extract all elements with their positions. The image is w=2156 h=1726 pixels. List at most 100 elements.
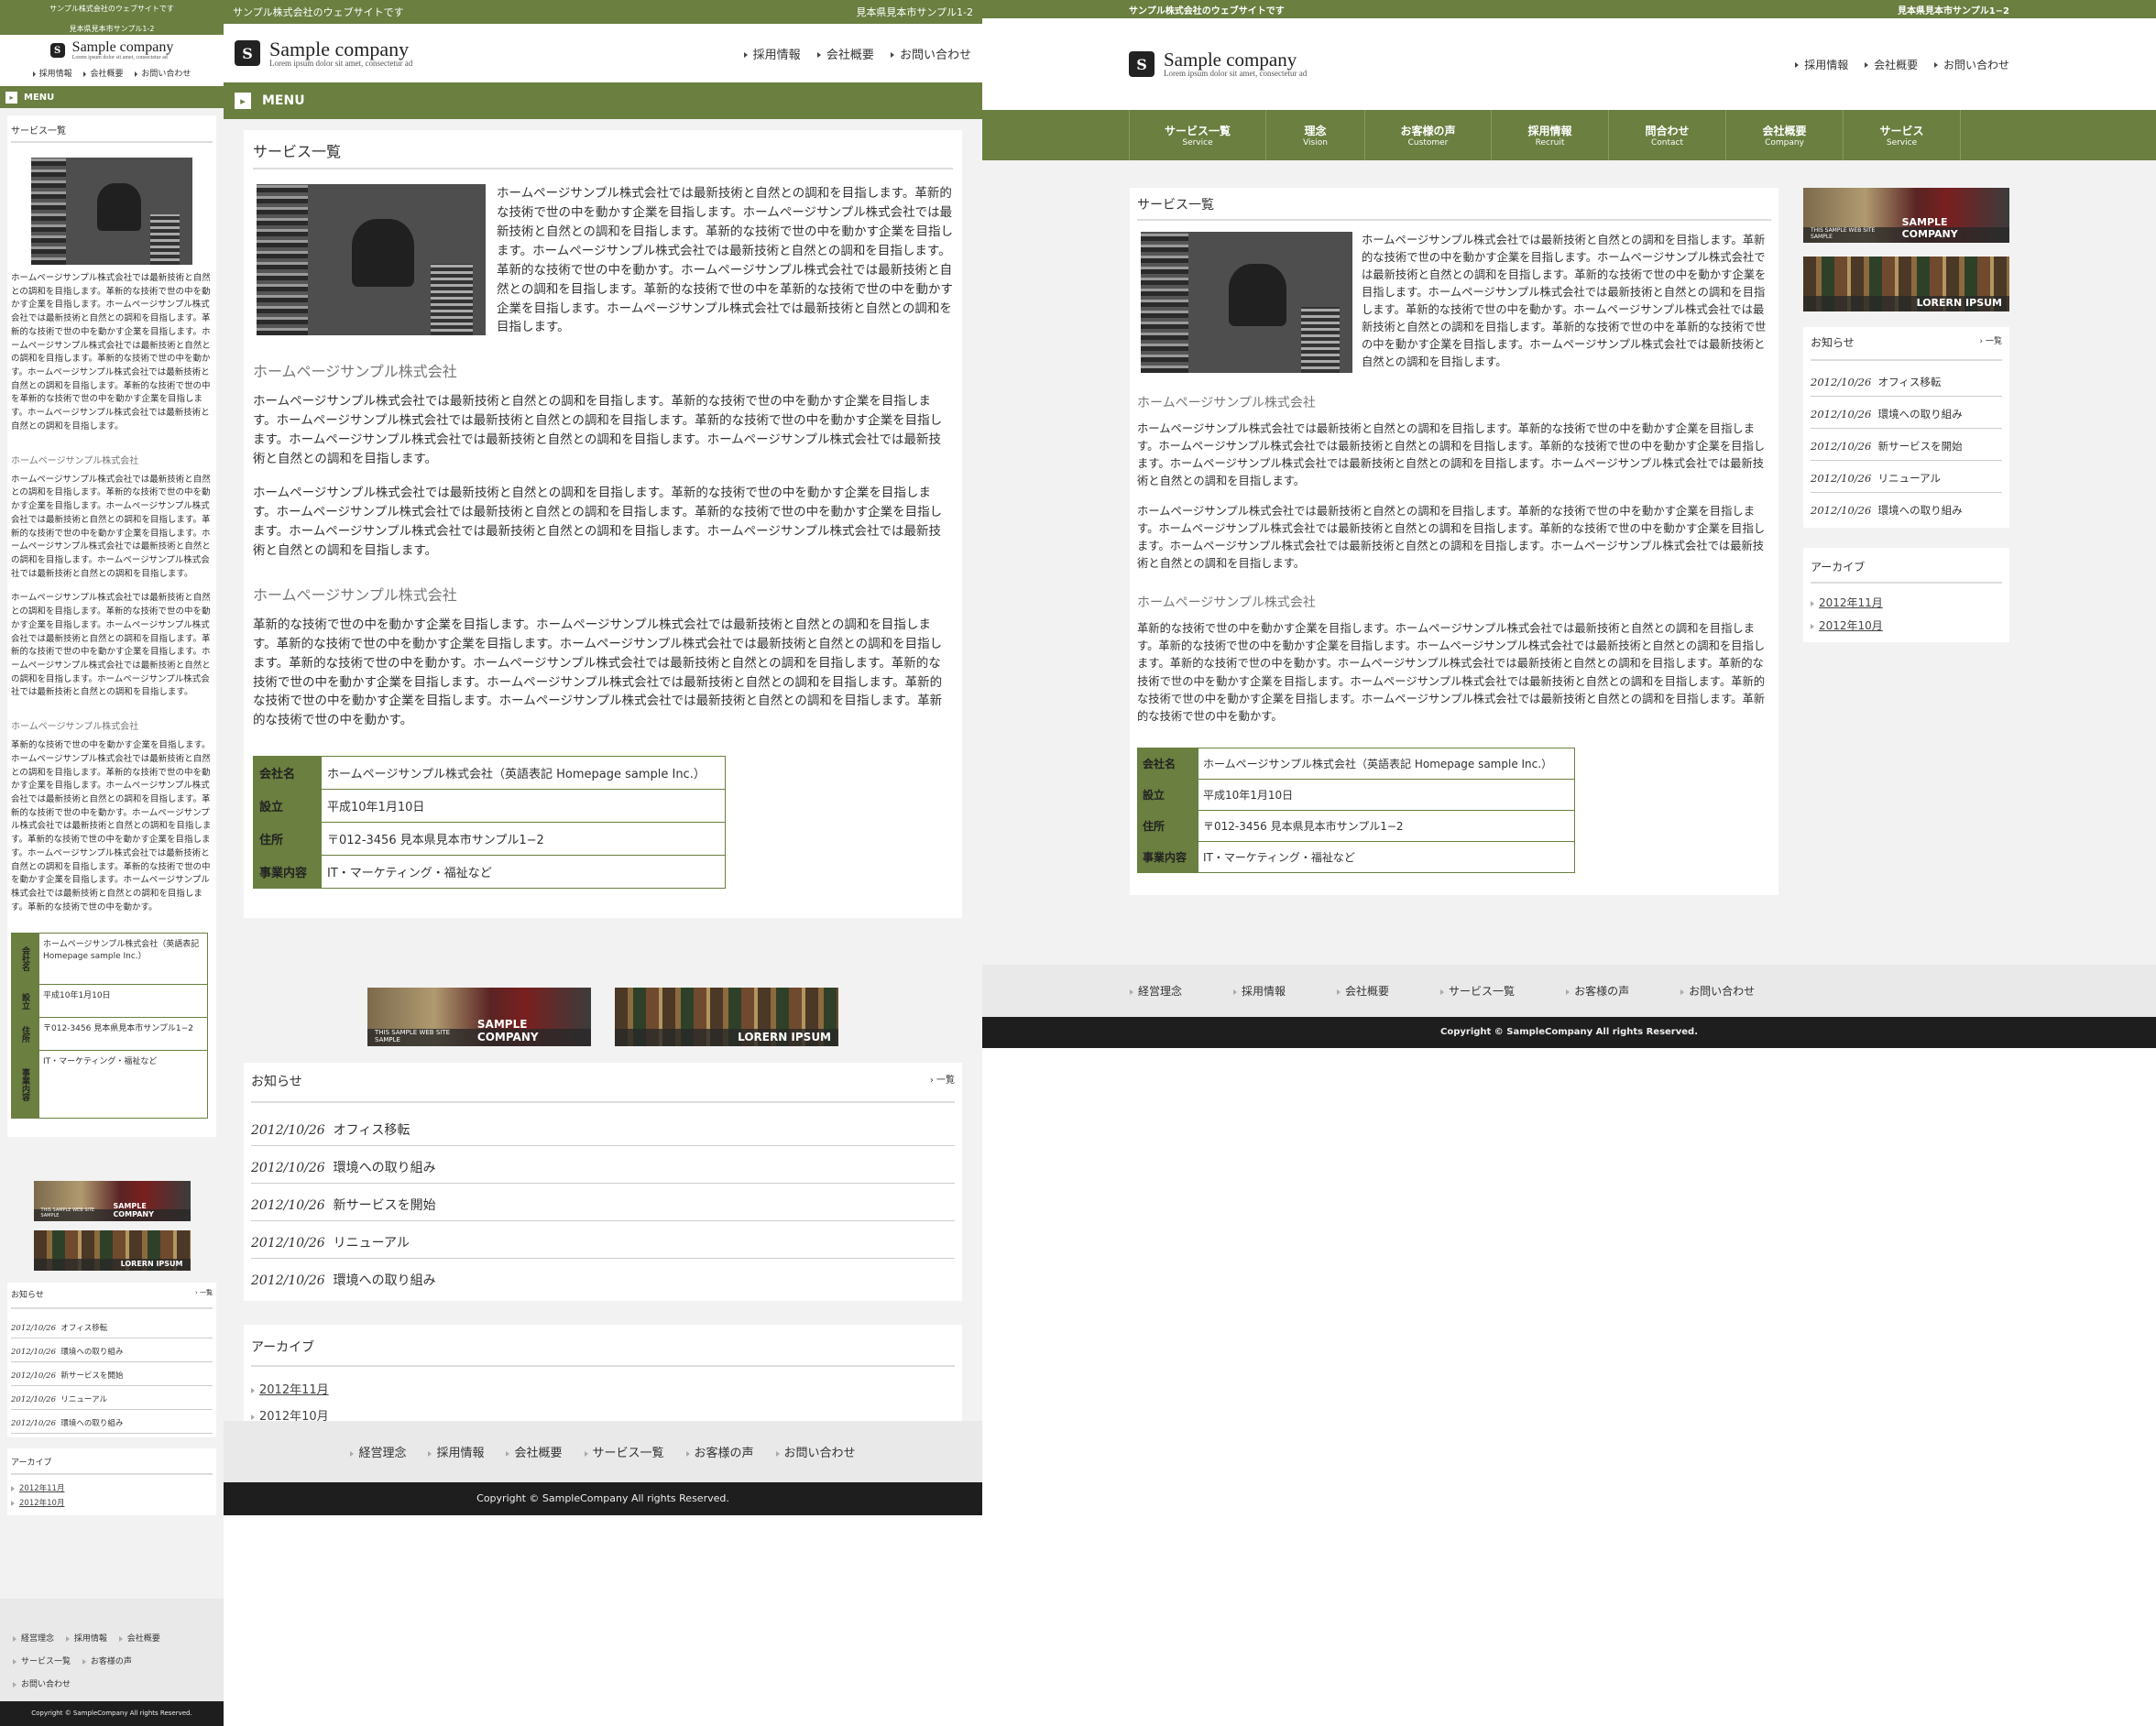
news-more-link[interactable]: › 一覧 <box>930 1072 955 1090</box>
header-nav-item[interactable]: お問い合わせ <box>890 49 971 62</box>
menu-toggle[interactable]: ▸ MENU <box>224 82 982 119</box>
archive-title: アーカイブ <box>1811 559 2002 584</box>
arrow-icon <box>1811 600 1814 606</box>
arrow-icon <box>816 52 821 58</box>
table-row: 住所 〒012-3456 見本県見本市サンプル1−2 <box>1137 809 1575 842</box>
footer-nav-item[interactable]: 採用情報 <box>65 1634 107 1644</box>
banner-lorem-ipsum[interactable]: LORERN IPSUM <box>1803 257 2009 311</box>
global-nav-item[interactable]: 問合わせ Contact <box>1609 110 1726 160</box>
news-item[interactable]: 2012/10/26 環境への取り組み <box>11 1338 213 1363</box>
footer-nav-item[interactable]: お問い合わせ <box>1680 983 1755 999</box>
header-nav-item[interactable]: 会社概要 <box>816 49 874 62</box>
arrow-icon <box>1811 623 1814 629</box>
footer-nav-item[interactable]: お客様の声 <box>685 1443 754 1460</box>
footer-nav-item[interactable]: 経営理念 <box>13 1634 54 1644</box>
menu-toggle[interactable]: ▸ MENU <box>0 86 224 108</box>
news-item[interactable]: 2012/10/26 リニューアル <box>11 1386 213 1411</box>
header-nav-item[interactable]: 採用情報 <box>32 70 72 79</box>
news-item[interactable]: 2012/10/26 オフィス移転 <box>251 1109 955 1147</box>
footer-nav-item[interactable]: お客様の声 <box>1566 983 1629 999</box>
news-item[interactable]: 2012/10/26 オフィス移転 <box>1811 365 2002 397</box>
footer-nav-item[interactable]: 採用情報 <box>1233 983 1286 999</box>
banner-sample-company[interactable]: THIS SAMPLE WEB SITE SAMPLE SAMPLE COMPAN… <box>367 988 591 1047</box>
arrow-icon <box>743 52 748 58</box>
mobile-view: サンプル株式会社のウェブサイトです 見本県見本市サンプル1-2 S Sample… <box>0 0 224 1726</box>
footer-nav-item[interactable]: 採用情報 <box>428 1443 484 1460</box>
news-item[interactable]: 2012/10/26 リニューアル <box>251 1221 955 1260</box>
section-text: 革新的な技術で世の中を動かす企業を目指します。ホームページサンプル株式会社では最… <box>11 740 212 912</box>
site-logo[interactable]: S Sample company Lorem ipsum dolor sit a… <box>1129 50 1307 78</box>
header-nav-item[interactable]: 会社概要 <box>83 70 124 79</box>
news-more-link[interactable]: › 一覧 <box>195 1288 213 1300</box>
global-nav: サービス一覧 Service 理念 Vision お客様の声 Customer 採用情… <box>982 110 2156 160</box>
main-content: サービス一覧 ホームページサンプル株式会社では最新技術と自然との調和を目指します… <box>7 115 216 1138</box>
page-title: サービス一覧 <box>253 130 953 169</box>
header-nav-item[interactable]: お問い合わせ <box>135 70 191 79</box>
news-item[interactable]: 2012/10/26 環境への取り組み <box>1811 493 2002 524</box>
news-item[interactable]: 2012/10/26 オフィス移転 <box>11 1315 213 1339</box>
copyright: Copyright © SampleCompany All rights Res… <box>224 1482 982 1515</box>
header-nav-item[interactable]: お問い合わせ <box>1933 59 2009 71</box>
news-item[interactable]: 2012/10/26 環境への取り組み <box>1811 397 2002 429</box>
footer-nav-item[interactable]: お問い合わせ <box>13 1680 71 1689</box>
arrow-icon <box>1933 62 1938 68</box>
table-row: 設立 平成10年1月10日 <box>1137 778 1575 811</box>
logo-tagline: Lorem ipsum dolor sit amet, consectetur … <box>71 55 168 60</box>
site-logo[interactable]: S Sample company Lorem ipsum dolor sit a… <box>235 38 412 68</box>
global-nav-item[interactable]: サービス一覧 Service <box>1129 110 1266 160</box>
news-item[interactable]: 2012/10/26 環境への取り組み <box>251 1146 955 1185</box>
arrow-icon <box>11 1500 15 1506</box>
archive-link[interactable]: 2012年10月 <box>1811 617 2002 633</box>
global-nav-item[interactable]: お客様の声 Customer <box>1365 110 1492 160</box>
copyright: Copyright © SampleCompany All rights Res… <box>982 1017 2156 1048</box>
header-nav-item[interactable]: 採用情報 <box>743 49 801 62</box>
banner-lorem-ipsum[interactable]: LORERN IPSUM <box>33 1230 191 1272</box>
banner-lorem-ipsum[interactable]: LORERN IPSUM <box>615 988 838 1047</box>
global-nav-item[interactable]: サービス Service <box>1844 110 1961 160</box>
footer-nav-item[interactable]: サービス一覧 <box>584 1443 664 1460</box>
news-more-link[interactable]: › 一覧 <box>1980 334 2002 350</box>
news-item[interactable]: 2012/10/26 リニューアル <box>1811 461 2002 493</box>
archive-link[interactable]: 2012年10月 <box>11 1497 213 1508</box>
table-row: 設立 平成10年1月10日 <box>11 984 208 1019</box>
global-nav-item[interactable]: 理念 Vision <box>1266 110 1365 160</box>
logo-mark-icon: S <box>49 43 65 58</box>
news-item[interactable]: 2012/10/26 新サービスを開始 <box>11 1362 213 1387</box>
section-title: ホームページサンプル株式会社 <box>253 363 457 381</box>
archive-link[interactable]: 2012年11月 <box>11 1482 213 1493</box>
news-item[interactable]: 2012/10/26 環境への取り組み <box>251 1259 955 1295</box>
footer-nav-item[interactable]: サービス一覧 <box>13 1657 71 1666</box>
header-nav-item[interactable]: 会社概要 <box>1865 59 1918 71</box>
section-text: ホームページサンプル株式会社では最新技術と自然との調和を目指します。革新的な技術… <box>253 394 943 467</box>
archive-link[interactable]: 2012年11月 <box>251 1380 955 1397</box>
news-item[interactable]: 2012/10/26 新サービスを開始 <box>1811 429 2002 461</box>
global-nav-item[interactable]: 採用情報 Recruit <box>1492 110 1609 160</box>
news-item[interactable]: 2012/10/26 新サービスを開始 <box>251 1184 955 1222</box>
news-widget: お知らせ › 一覧 2012/10/26 オフィス移転 2012/10/26 環… <box>244 1063 962 1302</box>
global-nav-item[interactable]: 会社概要 Company <box>1726 110 1844 160</box>
section-text: ホームページサンプル株式会社では最新技術と自然との調和を目指します。革新的な技術… <box>1137 422 1766 488</box>
news-title: お知らせ <box>251 1075 302 1090</box>
site-logo[interactable]: S Sample company Lorem ipsum dolor sit a… <box>0 40 224 60</box>
footer-nav-item[interactable]: 経営理念 <box>350 1443 406 1460</box>
site-tagline: サンプル株式会社のウェブサイトです <box>1129 5 1285 16</box>
company-table: 会社名 ホームページサンプル株式会社（英語表記 Homepage sample I… <box>253 756 726 890</box>
header-nav-item[interactable]: 採用情報 <box>1795 59 1848 71</box>
site-address: 見本県見本市サンプル1-2 <box>69 25 155 33</box>
arrow-icon <box>251 1414 255 1420</box>
footer-nav-item[interactable]: お問い合わせ <box>775 1443 856 1460</box>
footer-nav-item[interactable]: 会社概要 <box>506 1443 563 1460</box>
footer-nav-item[interactable]: 経営理念 <box>1130 983 1182 999</box>
footer-nav-item[interactable]: お客様の声 <box>82 1657 132 1666</box>
footer-nav-item[interactable]: サービス一覧 <box>1440 983 1515 999</box>
archive-link[interactable]: 2012年11月 <box>1811 595 2002 610</box>
footer-nav-item[interactable]: 会社概要 <box>118 1634 160 1644</box>
table-row: 会社名 ホームページサンプル株式会社（英語表記 Homepage sample I… <box>253 756 726 791</box>
banner-sample-company[interactable]: THIS SAMPLE WEB SITE SAMPLE SAMPLE COMPAN… <box>1803 188 2009 243</box>
header-nav: 採用情報 会社概要 お問い合わせ <box>731 45 971 62</box>
footer-nav-item[interactable]: 会社概要 <box>1337 983 1389 999</box>
banner-sample-company[interactable]: THIS SAMPLE WEB SITE SAMPLE SAMPLE COMPAN… <box>33 1181 191 1222</box>
logo-tagline: Lorem ipsum dolor sit amet, consectetur … <box>1164 69 1308 78</box>
desktop-header: S Sample company Lorem ipsum dolor sit a… <box>982 18 2156 110</box>
news-item[interactable]: 2012/10/26 環境への取り組み <box>11 1410 213 1435</box>
